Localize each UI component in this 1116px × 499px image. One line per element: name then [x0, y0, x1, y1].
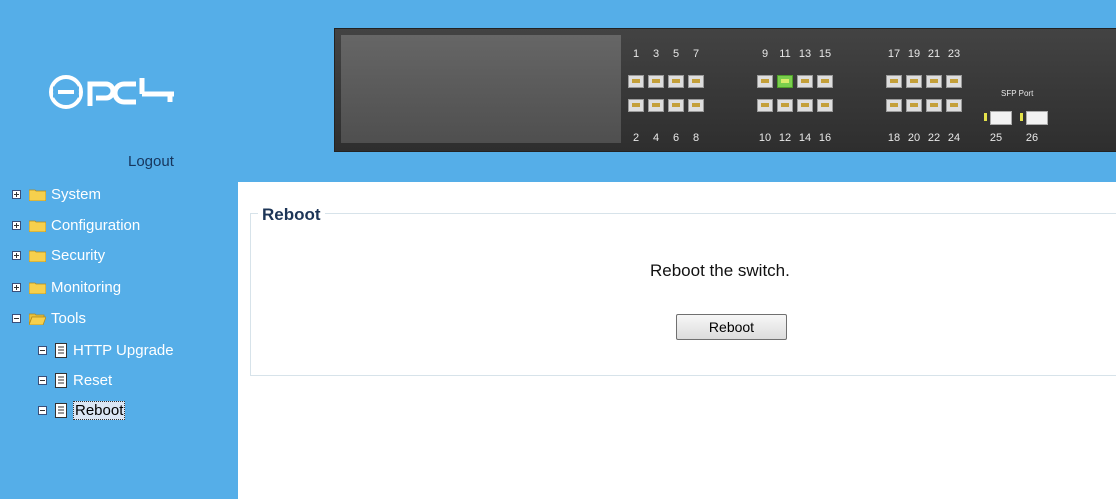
nav-item-http-upgrade[interactable]: HTTP Upgrade	[38, 339, 174, 361]
port-number-label: 26	[1025, 132, 1039, 144]
switch-front-panel: 1 3 5 7 9 11 13 15 17 19 21 23 2 4 6 8 10 12 14 16 18 20 22 24 S…	[334, 28, 1116, 152]
port-number-label: 21	[927, 48, 941, 60]
folder-closed-icon	[29, 189, 46, 201]
expand-plus-icon[interactable]	[12, 282, 21, 292]
nav-item-label: Tools	[51, 309, 87, 327]
port-19[interactable]	[906, 75, 922, 88]
port-15[interactable]	[817, 75, 833, 88]
nav-item-configuration[interactable]: Configuration	[12, 214, 140, 236]
port-10[interactable]	[757, 99, 773, 112]
collapse-minus-icon[interactable]	[12, 313, 21, 323]
reboot-button[interactable]: Reboot	[676, 314, 787, 340]
nav-item-security[interactable]: Security	[12, 244, 105, 266]
collapse-minus-icon	[38, 345, 47, 355]
port-7[interactable]	[688, 75, 704, 88]
sidebar-nav: Logout System Configuration Security Mon…	[0, 0, 238, 499]
pci-logo	[49, 75, 174, 109]
folder-closed-icon	[29, 250, 46, 262]
nav-item-monitoring[interactable]: Monitoring	[12, 276, 121, 298]
sfp-led-indicator	[984, 113, 987, 121]
port-23[interactable]	[946, 75, 962, 88]
port-number-label: 12	[778, 132, 792, 144]
nav-item-label: Security	[51, 246, 106, 264]
port-number-label: 19	[907, 48, 921, 60]
expand-plus-icon[interactable]	[12, 220, 21, 230]
port-number-label: 4	[652, 132, 660, 144]
sfp-led-indicator	[1020, 113, 1023, 121]
nav-item-reset[interactable]: Reset	[38, 369, 112, 391]
collapse-minus-icon	[38, 375, 47, 385]
collapse-minus-icon	[38, 405, 47, 415]
section-title: Reboot	[258, 205, 325, 225]
port-number-label: 5	[672, 48, 680, 60]
nav-item-label: Monitoring	[51, 278, 122, 296]
port-13[interactable]	[797, 75, 813, 88]
port-1[interactable]	[628, 75, 644, 88]
port-11[interactable]	[777, 75, 793, 88]
port-16[interactable]	[817, 99, 833, 112]
port-number-label: 11	[779, 48, 791, 60]
expand-plus-icon[interactable]	[12, 189, 21, 199]
port-number-label: 15	[818, 48, 832, 60]
page-icon	[55, 402, 67, 418]
port-8[interactable]	[688, 99, 704, 112]
port-number-label: 14	[798, 132, 812, 144]
port-number-label: 18	[887, 132, 901, 144]
port-21[interactable]	[926, 75, 942, 88]
port-number-label: 7	[692, 48, 700, 60]
port-22[interactable]	[926, 99, 942, 112]
reboot-message: Reboot the switch.	[650, 261, 790, 280]
port-17[interactable]	[886, 75, 902, 88]
panel-display-area	[341, 35, 621, 143]
sfp-port-25[interactable]	[990, 111, 1012, 125]
port-number-label: 3	[652, 48, 660, 60]
port-18[interactable]	[886, 99, 902, 112]
port-number-label: 22	[927, 132, 941, 144]
port-number-label: 2	[632, 132, 640, 144]
port-number-label: 25	[989, 132, 1003, 144]
nav-item-label: Reset	[73, 371, 113, 389]
page-icon	[55, 372, 67, 388]
nav-item-label: HTTP Upgrade	[73, 341, 174, 359]
port-number-label: 1	[632, 48, 640, 60]
port-24[interactable]	[946, 99, 962, 112]
port-number-label: 9	[761, 48, 769, 60]
port-number-label: 6	[672, 132, 680, 144]
port-2[interactable]	[628, 99, 644, 112]
logout-link[interactable]: Logout	[128, 153, 174, 170]
nav-item-label: Configuration	[51, 216, 141, 234]
port-3[interactable]	[648, 75, 664, 88]
port-number-label: 23	[947, 48, 961, 60]
nav-item-label: Reboot	[73, 400, 126, 420]
port-4[interactable]	[648, 99, 664, 112]
folder-open-icon	[29, 313, 46, 325]
port-20[interactable]	[906, 99, 922, 112]
port-14[interactable]	[797, 99, 813, 112]
port-number-label: 13	[798, 48, 812, 60]
port-9[interactable]	[757, 75, 773, 88]
nav-item-tools[interactable]: Tools	[12, 307, 86, 329]
port-5[interactable]	[668, 75, 684, 88]
reboot-fieldset	[250, 213, 1116, 376]
port-12[interactable]	[777, 99, 793, 112]
port-number-label: 17	[887, 48, 901, 60]
port-number-label: 16	[818, 132, 832, 144]
port-number-label: 10	[758, 132, 772, 144]
port-6[interactable]	[668, 99, 684, 112]
folder-closed-icon	[29, 282, 46, 294]
folder-closed-icon	[29, 220, 46, 232]
expand-plus-icon[interactable]	[12, 250, 21, 260]
port-number-label: 8	[692, 132, 700, 144]
page-icon	[55, 342, 67, 358]
sfp-port-26[interactable]	[1026, 111, 1048, 125]
port-number-label: 24	[947, 132, 961, 144]
nav-item-system[interactable]: System	[12, 183, 101, 205]
nav-item-reboot[interactable]: Reboot	[38, 399, 126, 421]
port-number-label: 20	[907, 132, 921, 144]
sfp-port-label: SFP Port	[1001, 89, 1034, 98]
nav-item-label: System	[51, 185, 102, 203]
